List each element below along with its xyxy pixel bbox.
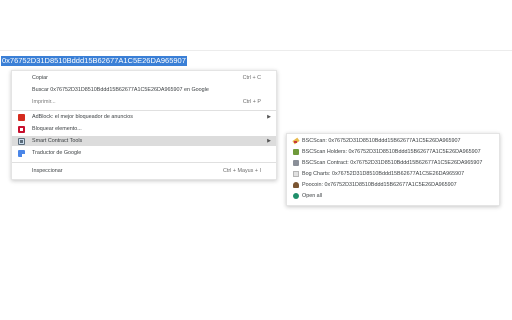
submenu-arrow-icon: ▶: [267, 138, 271, 144]
element-blocker-icon: [18, 126, 25, 133]
menu-item-copy[interactable]: Copiar Ctrl + C: [12, 73, 276, 83]
bscscan-holders-icon: [293, 149, 299, 155]
menu-item-label: Smart Contract Tools: [32, 138, 83, 144]
menu-separator: [12, 110, 276, 111]
open-all-icon: [293, 193, 299, 199]
bscscan-contract-icon: [293, 160, 299, 166]
submenu-item-label: Open all: [302, 193, 323, 199]
menu-item-label: AdBlock: el mejor bloqueador de anuncios: [32, 114, 133, 120]
submenu-item-open-all[interactable]: Open all: [287, 191, 499, 201]
submenu-item-label: Bog Charts: 0x76752D31D8510Bddd15B62677A…: [302, 171, 465, 177]
menu-item-shortcut: Ctrl + C: [242, 75, 261, 81]
submenu-item-label: Poocoin: 0x76752D31D8510Bddd15B62677A1C5…: [302, 182, 457, 188]
menu-item-smart-contract-tools[interactable]: Smart Contract Tools ▶: [12, 136, 276, 146]
menu-item-shortcut: Ctrl + P: [242, 99, 261, 105]
submenu-item-bscscan-holders[interactable]: BSCScan Holders: 0x76752D31D8510Bddd15B6…: [287, 147, 499, 157]
menu-item-inspect[interactable]: Inspeccionar Ctrl + Mayus + I: [12, 166, 276, 176]
menu-item-label: Imprimir...: [32, 99, 56, 105]
context-menu: Copiar Ctrl + C Buscar 0x76752D31D8510Bd…: [11, 70, 277, 180]
adblock-icon: [18, 114, 25, 121]
page-divider: [0, 50, 512, 51]
menu-item-print[interactable]: Imprimir... Ctrl + P: [12, 97, 276, 107]
poocoin-icon: [293, 182, 299, 188]
submenu-arrow-icon: ▶: [267, 114, 271, 120]
submenu-item-poocoin[interactable]: Poocoin: 0x76752D31D8510Bddd15B62677A1C5…: [287, 180, 499, 190]
submenu-item-label: BSCScan Holders: 0x76752D31D8510Bddd15B6…: [302, 149, 481, 155]
bogged-charts-icon: [293, 171, 299, 177]
menu-item-adblock[interactable]: AdBlock: el mejor bloqueador de anuncios…: [12, 112, 276, 122]
menu-item-block-element[interactable]: Bloquear elemento...: [12, 124, 276, 134]
smart-contract-tools-icon: [18, 138, 25, 145]
menu-item-label: Traductor de Google: [32, 150, 82, 156]
submenu-item-bscscan-contract[interactable]: BSCScan Contract: 0x76752D31D8510Bddd15B…: [287, 158, 499, 168]
submenu-item-label: BSCScan Contract: 0x76752D31D8510Bddd15B…: [302, 160, 483, 166]
menu-separator: [12, 162, 276, 163]
google-translate-icon: [18, 150, 25, 157]
menu-item-label: Copiar: [32, 75, 48, 81]
submenu-item-bog-charts[interactable]: Bog Charts: 0x76752D31D8510Bddd15B62677A…: [287, 169, 499, 179]
menu-item-shortcut: Ctrl + Mayus + I: [222, 168, 261, 174]
smart-contract-tools-submenu: BSCScan: 0x76752D31D8510Bddd15B62677A1C5…: [286, 133, 500, 206]
submenu-item-bscscan[interactable]: BSCScan: 0x76752D31D8510Bddd15B62677A1C5…: [287, 136, 499, 146]
menu-item-label: Buscar 0x76752D31D8510Bddd15B62677A1C5E2…: [32, 87, 209, 93]
menu-item-search-google[interactable]: Buscar 0x76752D31D8510Bddd15B62677A1C5E2…: [12, 85, 276, 95]
menu-item-label: Bloquear elemento...: [32, 126, 82, 132]
selected-address-text[interactable]: 0x76752D31D8510Bddd15B62677A1C5E26DA9659…: [1, 56, 187, 66]
submenu-item-label: BSCScan: 0x76752D31D8510Bddd15B62677A1C5…: [302, 138, 461, 144]
bscscan-icon: [293, 138, 299, 144]
menu-item-google-translate[interactable]: Traductor de Google: [12, 148, 276, 158]
menu-item-label: Inspeccionar: [32, 168, 63, 174]
